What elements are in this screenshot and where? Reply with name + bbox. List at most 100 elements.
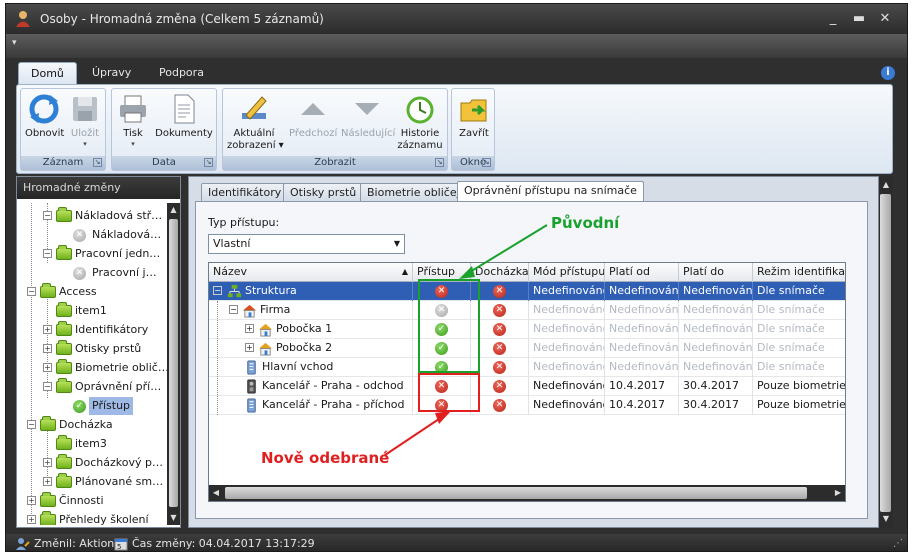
access-type-label: Typ přístupu: [208, 216, 280, 229]
tree-item-nakladova[interactable]: ✕ Nákladová… [17, 226, 167, 244]
tree-item-opravneni-pristupu[interactable]: − Oprávnění pří… [17, 378, 167, 396]
annotation-original-box [418, 279, 480, 373]
collapse-icon[interactable]: − [43, 382, 52, 391]
title-bar: Osoby - Hromadná změna (Celkem 5 záznamů… [6, 4, 907, 34]
col-plati-do[interactable]: Platí do [679, 263, 753, 282]
col-mod-pristupu[interactable]: Mód přístupu [529, 263, 605, 282]
dialog-launcher-icon[interactable]: ↘ [204, 158, 213, 167]
close-window-button[interactable]: Zavřít [455, 93, 493, 140]
previous-button[interactable]: Předchozí [289, 93, 337, 140]
expand-icon[interactable]: + [27, 496, 36, 505]
status-denied-icon: ✕ [493, 361, 506, 374]
ribbon: Obnovit Uložit ▾ Záznam ↘ Tisk ▾ Dokumen… [16, 84, 893, 174]
group-label-data: Data ↘ [112, 156, 216, 170]
scroll-down-icon[interactable]: ▼ [879, 512, 893, 526]
collapse-icon[interactable]: − [27, 420, 36, 429]
print-button[interactable]: Tisk ▾ [116, 93, 150, 148]
collapse-icon[interactable]: − [229, 305, 238, 314]
folder-icon [56, 378, 72, 393]
refresh-button[interactable]: Obnovit [25, 93, 64, 140]
tree-item-dochazkovy-profil[interactable]: + Docházkový p… [17, 454, 167, 472]
current-view-button[interactable]: Aktuální zobrazení ▾ [227, 93, 284, 152]
tab-opravneni-pristupu[interactable]: Oprávnění přístupu na snímače [457, 181, 644, 201]
save-button[interactable]: Uložit ▾ [67, 93, 103, 148]
tree-item-pracovni-jednotka[interactable]: − Pracovní jedn… [17, 245, 167, 263]
tree-item-biometrie-obliceje[interactable]: + Biometrie oblič… [17, 359, 167, 377]
tree-scrollbar[interactable]: ▲ ▼ [167, 203, 180, 525]
scroll-up-icon[interactable]: ▲ [879, 178, 893, 192]
table-row[interactable]: − Firma ✕ ✕ Nedefinováno Nedefinováno Ne… [209, 301, 845, 320]
main-scroll-thumb[interactable] [880, 194, 891, 512]
close-icon[interactable]: ✕ [875, 10, 895, 28]
folder-icon [56, 473, 72, 488]
expand-icon[interactable]: + [43, 477, 52, 486]
tree-item-pracovni-j[interactable]: ✕ Pracovní j… [17, 264, 167, 282]
expand-icon[interactable]: + [43, 344, 52, 353]
dialog-launcher-icon[interactable]: ↘ [435, 158, 444, 167]
grid-scroll-thumb[interactable] [225, 487, 807, 499]
col-plati-od[interactable]: Platí od [605, 263, 679, 282]
collapse-icon[interactable]: − [43, 211, 52, 220]
dialog-launcher-icon[interactable]: ↘ [482, 158, 491, 167]
table-row[interactable]: + Pobočka 2 ✓ ✕ Nedefinováno Nedefinován… [209, 339, 845, 358]
tree-item-planovane-smeny[interactable]: + Plánované sm… [17, 473, 167, 491]
tab-identifikatory[interactable]: Identifikátory [201, 183, 289, 201]
tab-otisky-prstu[interactable]: Otisky prstů [283, 183, 364, 201]
expand-icon[interactable]: + [43, 325, 52, 334]
access-type-select[interactable]: Vlastní ▼ [208, 234, 405, 254]
change-tree: − Nákladová stř… ✕ Nákladová… − Pracovní… [17, 203, 167, 525]
resize-grip-icon[interactable]: ⋰ [893, 534, 903, 551]
tab-podpora[interactable]: Podpora [147, 62, 216, 84]
collapse-icon[interactable]: − [43, 249, 52, 258]
scroll-left-icon[interactable]: ◀ [209, 486, 223, 500]
table-row[interactable]: Hlavní vchod ✓ ✕ Nedefinováno Nedefinová… [209, 358, 845, 377]
next-button[interactable]: Následující [341, 93, 395, 140]
help-icon[interactable]: i [881, 66, 895, 80]
table-row[interactable]: Kancelář - Praha - příchod ✕ ✕ Nedefinov… [209, 396, 845, 415]
tab-domu[interactable]: Domů [18, 62, 77, 84]
grid-horizontal-scrollbar[interactable]: ◀ ▶ [209, 485, 845, 501]
table-row[interactable]: Kancelář - Praha - odchod ✕ ✕ Nedefinová… [209, 377, 845, 396]
history-button[interactable]: Historie záznamu [397, 93, 443, 152]
org-structure-icon [227, 284, 242, 298]
documents-button[interactable]: Dokumenty [154, 93, 214, 140]
printer-icon [120, 95, 146, 123]
minimize-icon[interactable]: _ [823, 10, 843, 28]
tree-item-nakladova-stredisko[interactable]: − Nákladová stř… [17, 207, 167, 225]
expand-icon[interactable]: + [27, 515, 36, 524]
col-nazev[interactable]: Název ▲ [209, 263, 413, 282]
expand-icon[interactable]: + [43, 458, 52, 467]
annotation-removed-box [418, 373, 480, 412]
group-label-zaznam: Záznam ↘ [21, 156, 105, 170]
tree-item-cinnosti[interactable]: + Činnosti [17, 492, 167, 510]
col-rezim-identifikace[interactable]: Režim identifikace [753, 263, 845, 282]
tree-item-dochazka[interactable]: − Docházka [17, 416, 167, 434]
tree-item-access[interactable]: − Access [17, 283, 167, 301]
scroll-down-icon[interactable]: ▼ [167, 511, 180, 525]
tree-item-identifikatory[interactable]: + Identifikátory [17, 321, 167, 339]
maximize-icon[interactable]: ▬ [849, 10, 869, 28]
tree-item-prehledy-skoleni[interactable]: + Přehledy školení [17, 511, 167, 525]
table-row[interactable]: + Pobočka 1 ✓ ✕ Nedefinováno Nedefinován… [209, 320, 845, 339]
tree-scroll-thumb[interactable] [169, 219, 178, 507]
table-row[interactable]: − Struktura ✕ ✕ Nedefinováno Nedefinován… [209, 282, 845, 301]
collapse-icon[interactable]: − [27, 287, 36, 296]
tab-upravy[interactable]: Úpravy [80, 62, 143, 84]
scroll-up-icon[interactable]: ▲ [167, 203, 180, 217]
main-scrollbar[interactable]: ▲ ▼ [879, 176, 893, 528]
expand-icon[interactable]: + [43, 363, 52, 372]
dialog-launcher-icon[interactable]: ↘ [93, 158, 102, 167]
expand-icon[interactable]: + [245, 343, 254, 352]
expand-icon[interactable]: + [245, 324, 254, 333]
folder-icon [56, 435, 72, 450]
status-gray-x-icon: ✕ [73, 229, 86, 242]
scroll-right-icon[interactable]: ▶ [831, 486, 845, 500]
annotation-removed-label: Nově odebrané [261, 449, 390, 467]
tree-item-otisky-prstu[interactable]: + Otisky prstů [17, 340, 167, 358]
tree-item-pristup[interactable]: ✓ Přístup [17, 397, 167, 415]
collapse-icon[interactable]: − [213, 286, 222, 295]
tree-item-item1[interactable]: item1 [17, 302, 167, 320]
folder-icon [56, 245, 72, 260]
quick-access-dropdown-icon[interactable]: ▾ [12, 38, 26, 52]
tree-item-item3[interactable]: item3 [17, 435, 167, 453]
